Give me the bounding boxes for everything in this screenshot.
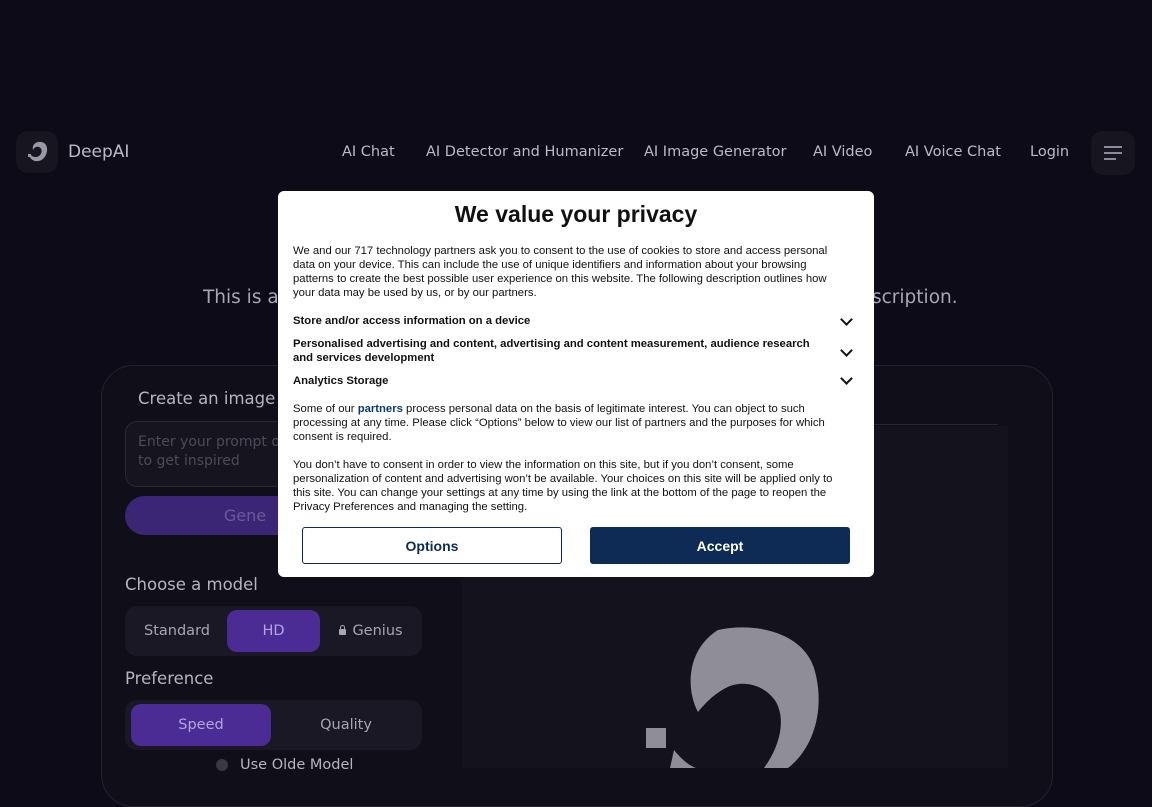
menu-button[interactable] [1091,131,1135,175]
legitimate-interest-text: Some of our partners process personal da… [293,402,846,444]
purpose-analytics-storage-label: Analytics Storage [293,375,389,387]
olde-model-checkbox[interactable] [216,759,228,771]
nav-ai-voice-chat[interactable]: AI Voice Chat [905,144,1001,160]
model-hd[interactable]: HD [227,610,320,652]
deepai-placeholder-logo-icon [646,627,819,768]
site-header: DeepAI AI Chat AI Detector and Humanizer… [0,130,1152,176]
nav-ai-detector[interactable]: AI Detector and Humanizer [426,144,623,160]
purpose-analytics-storage[interactable]: Analytics Storage [293,372,853,388]
accept-button[interactable]: Accept [590,527,850,564]
prompt-placeholder: Enter your prompt or to get inspired [138,434,286,469]
purpose-store-access-label: Store and/or access information on a dev… [293,315,531,327]
consent-title: We value your privacy [454,201,698,227]
olde-model-toggle[interactable]: Use Olde Model [216,757,353,773]
preference-quality[interactable]: Quality [276,704,416,746]
purpose-personalised-advertising-label: Personalised advertising and content, ad… [293,338,810,364]
generate-label: Gene [223,506,267,525]
model-genius-label: Genius [352,623,403,639]
menu-icon [1104,144,1122,162]
chevron-down-icon [840,372,853,385]
preference-label: Preference [125,669,214,688]
model-genius[interactable]: Genius [324,610,418,652]
chevron-down-icon [840,344,853,357]
consent-intro: We and our 717 technology partners ask y… [293,245,828,299]
preference-selector: Speed Quality [125,700,422,750]
preference-speed[interactable]: Speed [131,704,271,746]
tagline-end: scription. [872,287,958,308]
brand-name[interactable]: DeepAI [68,142,129,162]
olde-model-label: Use Olde Model [240,757,354,773]
nav-ai-image-generator[interactable]: AI Image Generator [644,144,786,160]
legit-prefix: Some of our [293,403,355,415]
options-button[interactable]: Options [302,527,562,564]
choose-model-label: Choose a model [125,575,258,594]
purpose-personalised-advertising[interactable]: Personalised advertising and content, ad… [293,337,853,365]
privacy-consent-dialog: We value your privacy We and our 717 tec… [278,191,874,577]
purpose-store-access[interactable]: Store and/or access information on a dev… [293,313,853,328]
tagline-start: This is a [203,287,279,308]
create-image-label: Create an image fr [138,389,294,408]
lock-icon [339,625,347,635]
consent-notice: You don’t have to consent in order to vi… [293,459,833,513]
nav-login[interactable]: Login [1030,144,1069,160]
model-standard[interactable]: Standard [131,610,223,652]
nav-ai-chat[interactable]: AI Chat [342,144,395,160]
deepai-logo-icon[interactable] [16,131,58,173]
model-selector: Standard HD Genius [125,606,422,656]
partners-link[interactable]: partners [358,403,403,415]
nav-ai-video[interactable]: AI Video [813,144,872,160]
chevron-down-icon [840,313,853,326]
